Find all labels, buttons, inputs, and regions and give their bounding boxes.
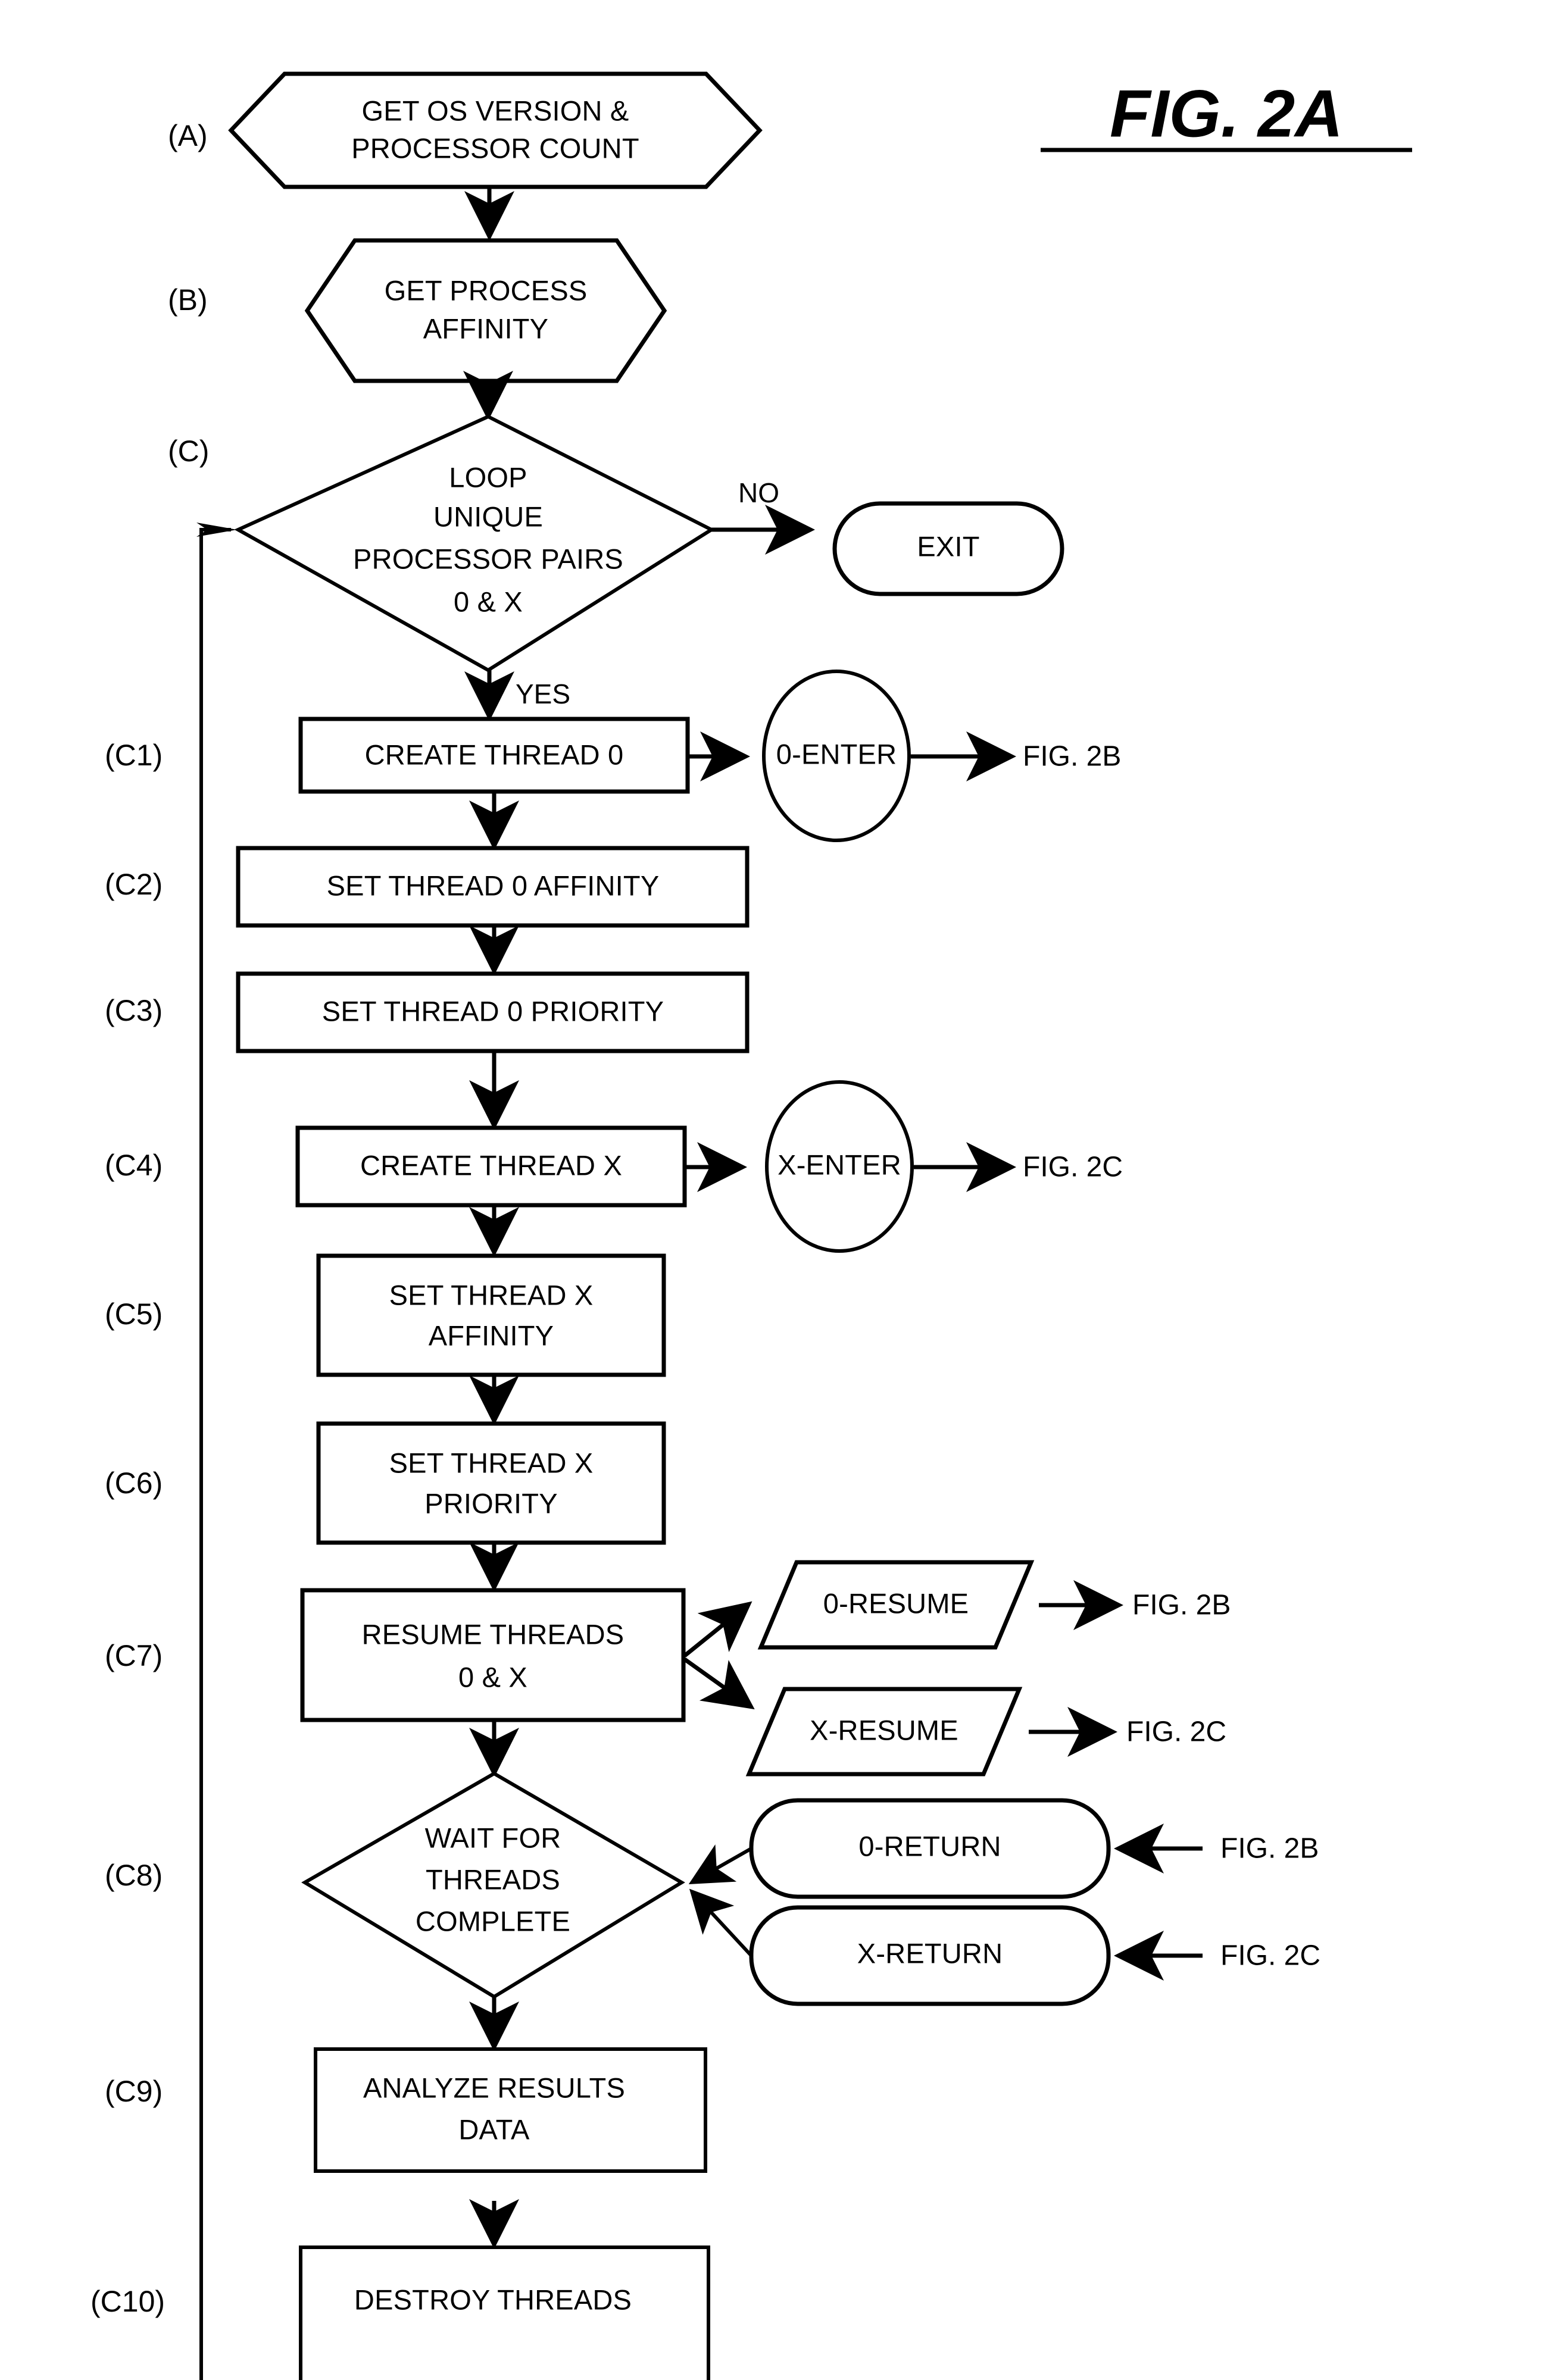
node-c6-line1: SET THREAD X (389, 1447, 594, 1478)
node-c-line1: LOOP (449, 461, 527, 493)
ref-c7-top-fig2b: FIG. 2B (1132, 1590, 1231, 1621)
node-connector-x-enter-label: X-ENTER (778, 1149, 901, 1180)
node-c9-line1: ANALYZE RESULTS (363, 2072, 625, 2103)
edge-c7-to-resumex (683, 1657, 755, 1710)
edge-label-no: NO (738, 477, 779, 508)
node-c3-label: SET THREAD 0 PRIORITY (322, 995, 664, 1027)
node-c-line3: PROCESSOR PAIRS (353, 543, 623, 574)
step-label-c6: (C6) (105, 1466, 163, 1500)
node-c5-line2: AFFINITY (429, 1319, 554, 1351)
node-connector-0-return-label: 0-RETURN (858, 1830, 1001, 1862)
node-c4-label: CREATE THREAD X (360, 1149, 622, 1181)
node-a-line2: PROCESSOR COUNT (351, 132, 639, 164)
node-c1-label: CREATE THREAD 0 (365, 739, 624, 770)
step-label-c2: (C2) (105, 868, 163, 901)
step-label-c1: (C1) (105, 739, 163, 772)
node-c8-line3: COMPLETE (416, 1905, 570, 1937)
ref-c8-top-fig2b: FIG. 2B (1220, 1833, 1319, 1865)
step-label-a: (A) (168, 119, 208, 152)
step-label-b: (B) (168, 283, 208, 317)
edge-c7-to-resume0 (683, 1601, 752, 1657)
node-c6-rect[interactable] (316, 1421, 666, 1545)
node-connector-0-enter-label: 0-ENTER (776, 738, 897, 770)
node-c7-line1: RESUME THREADS (362, 1618, 625, 1650)
step-label-c3: (C3) (105, 994, 163, 1027)
node-c-line2: UNIQUE (433, 501, 543, 532)
step-label-c: (C) (168, 434, 209, 468)
node-c7-line2: 0 & X (458, 1661, 527, 1693)
figure-title: FIG. 2A (1110, 77, 1343, 151)
node-b-hexagon[interactable] (304, 238, 667, 383)
node-b-line2: AFFINITY (423, 312, 548, 344)
step-label-c7: (C7) (105, 1639, 163, 1672)
node-c9-line2: DATA (458, 2113, 530, 2145)
node-c-line4: 0 & X (454, 586, 523, 617)
node-exit-label: EXIT (917, 530, 979, 562)
node-a-hexagon[interactable] (228, 71, 763, 189)
node-c5-line1: SET THREAD X (389, 1279, 594, 1311)
step-label-c5: (C5) (105, 1297, 163, 1331)
figure-canvas: FIG. 2A (A) (B) (C) (C1) (C2) (C3) (C4) … (0, 0, 1555, 2380)
node-c8-line1: WAIT FOR (425, 1822, 561, 1853)
node-connector-x-resume-label: X-RESUME (810, 1714, 958, 1746)
flowchart-svg: FIG. 2A (A) (B) (C) (C1) (C2) (C3) (C4) … (90, 71, 1412, 2380)
node-c7-rect[interactable] (300, 1588, 686, 1722)
node-c2-label: SET THREAD 0 AFFINITY (327, 870, 660, 901)
ref-c7-bottom-fig2c: FIG. 2C (1126, 1716, 1226, 1748)
step-label-c8: (C8) (105, 1859, 163, 1892)
node-c9-rect[interactable] (314, 2047, 707, 2173)
node-b-line1: GET PROCESS (385, 274, 588, 306)
edge-returnx-to-c8 (689, 1888, 753, 1957)
edge-return0-to-c8 (688, 1844, 752, 1884)
edge-loopback-to-c (199, 528, 231, 2380)
node-connector-0-resume-label: 0-RESUME (823, 1587, 969, 1619)
ref-c4-fig2c: FIG. 2C (1023, 1152, 1123, 1183)
node-c10-label: DESTROY THREADS (354, 2284, 632, 2315)
edge-label-yes: YES (516, 678, 570, 709)
node-connector-x-return-label: X-RETURN (857, 1937, 1003, 1969)
node-a-line1: GET OS VERSION & (362, 95, 629, 126)
step-label-c4: (C4) (105, 1149, 163, 1182)
ref-c8-bottom-fig2c: FIG. 2C (1220, 1940, 1320, 1972)
step-label-c10: (C10) (90, 2285, 165, 2318)
ref-c1-fig2b: FIG. 2B (1023, 741, 1121, 773)
node-c8-line2: THREADS (426, 1863, 560, 1895)
node-c5-rect[interactable] (316, 1253, 666, 1377)
step-label-c9: (C9) (105, 2075, 163, 2108)
node-c6-line2: PRIORITY (424, 1487, 558, 1519)
